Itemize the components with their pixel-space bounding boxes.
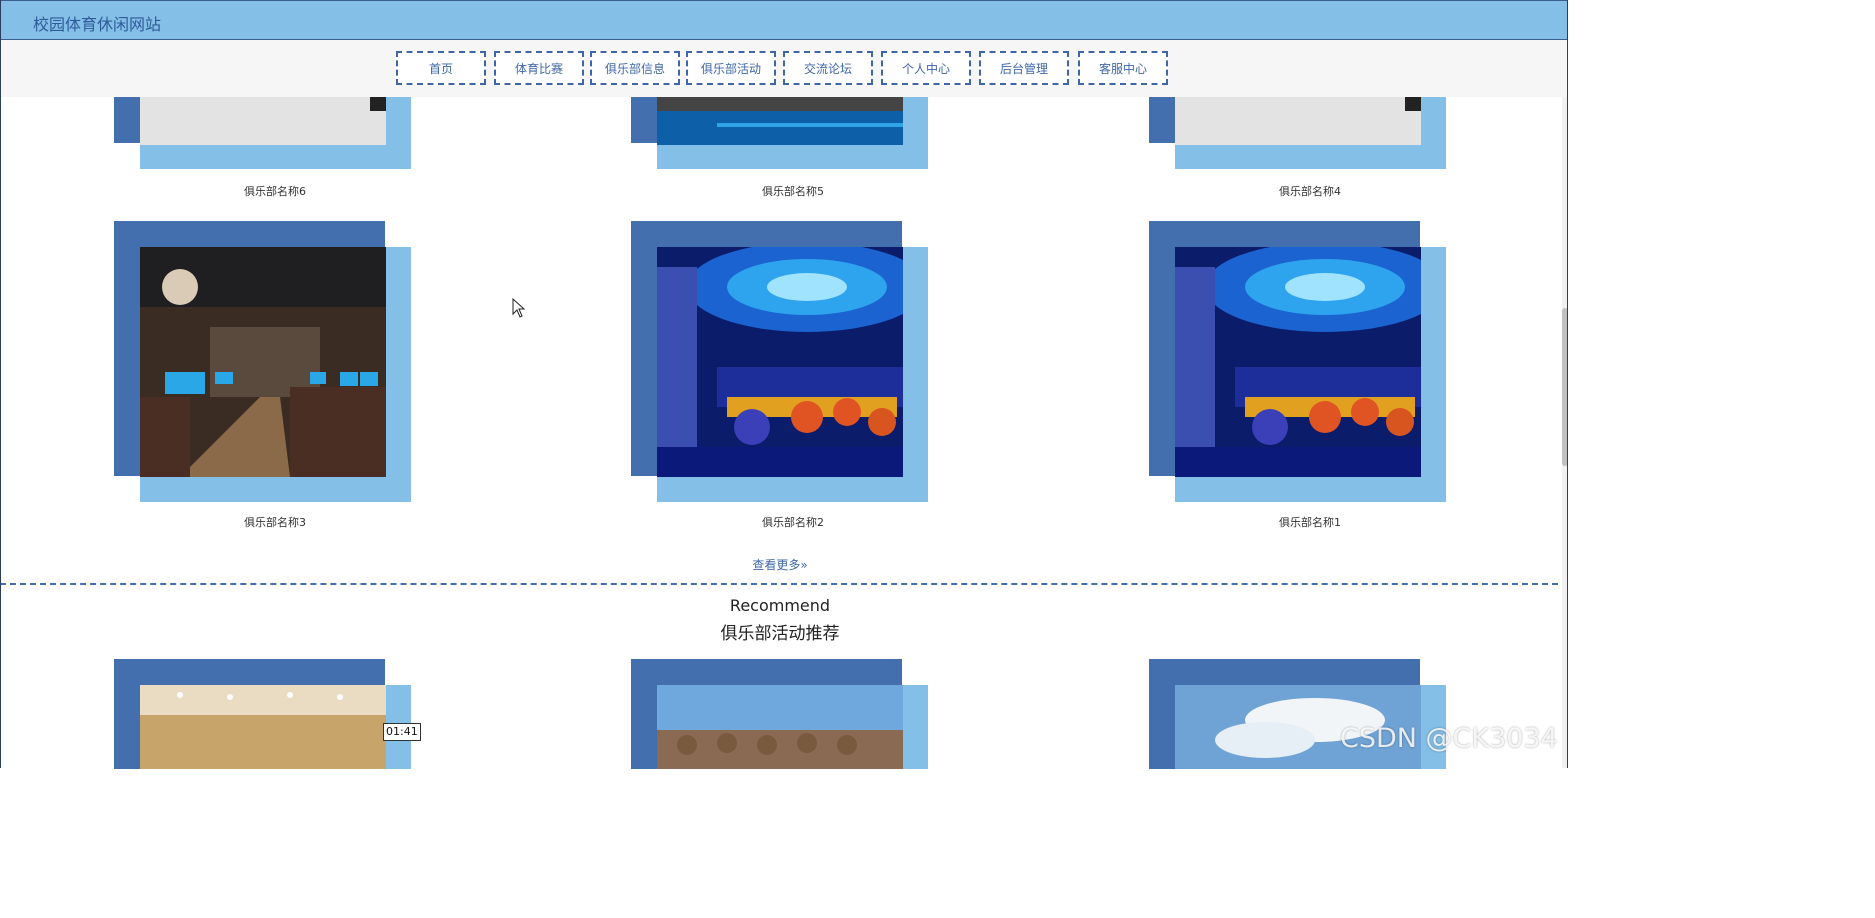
club-name[interactable]: 俱乐部名称2 bbox=[644, 514, 942, 530]
site-title[interactable]: 校园体育休闲网站 bbox=[33, 11, 161, 35]
section-title-en: Recommend bbox=[729, 596, 831, 615]
club-name[interactable]: 俱乐部名称3 bbox=[126, 514, 424, 530]
club-card[interactable] bbox=[1149, 221, 1447, 503]
club-photo[interactable] bbox=[1175, 97, 1421, 145]
nav-forum[interactable]: 交流论坛 bbox=[783, 51, 873, 85]
watermark-text: CSDN @CK3034 bbox=[1340, 723, 1558, 754]
activity-card[interactable] bbox=[631, 659, 929, 769]
section-title-cn: 俱乐部活动推荐 bbox=[720, 624, 840, 644]
club-photo[interactable] bbox=[140, 247, 386, 477]
club-photo[interactable] bbox=[140, 97, 386, 145]
scrollbar-thumb[interactable] bbox=[1562, 308, 1568, 466]
mouse-cursor-icon bbox=[512, 297, 526, 322]
main-nav: 首页 体育比赛 俱乐部信息 俱乐部活动 交流论坛 个人中心 后台管理 客服中心 bbox=[0, 40, 1568, 97]
nav-club-info[interactable]: 俱乐部信息 bbox=[590, 51, 680, 85]
nav-customer-service[interactable]: 客服中心 bbox=[1078, 51, 1168, 85]
nav-home[interactable]: 首页 bbox=[396, 51, 486, 85]
site-header: 校园体育休闲网站 bbox=[0, 0, 1568, 40]
club-name[interactable]: 俱乐部名称4 bbox=[1161, 183, 1459, 199]
club-name[interactable]: 俱乐部名称5 bbox=[644, 183, 942, 199]
club-name[interactable]: 俱乐部名称6 bbox=[126, 183, 424, 199]
nav-admin[interactable]: 后台管理 bbox=[979, 51, 1069, 85]
activity-photo[interactable] bbox=[140, 685, 386, 769]
club-card[interactable] bbox=[114, 97, 412, 171]
nav-personal-center[interactable]: 个人中心 bbox=[881, 51, 971, 85]
club-card[interactable] bbox=[114, 221, 412, 503]
club-photo[interactable] bbox=[657, 97, 903, 145]
club-card[interactable] bbox=[1149, 97, 1447, 171]
nav-sports-matches[interactable]: 体育比赛 bbox=[494, 51, 584, 85]
club-name[interactable]: 俱乐部名称1 bbox=[1161, 514, 1459, 530]
view-more-link[interactable]: 查看更多» bbox=[700, 556, 860, 573]
nav-club-activities[interactable]: 俱乐部活动 bbox=[686, 51, 776, 85]
video-time-tooltip: 01:41 bbox=[383, 723, 421, 741]
club-photo[interactable] bbox=[657, 247, 903, 477]
section-divider bbox=[0, 583, 1568, 585]
activity-photo[interactable] bbox=[657, 685, 903, 769]
club-card[interactable] bbox=[631, 221, 929, 503]
activity-card[interactable] bbox=[114, 659, 412, 769]
club-card[interactable] bbox=[631, 97, 929, 171]
club-photo[interactable] bbox=[1175, 247, 1421, 477]
